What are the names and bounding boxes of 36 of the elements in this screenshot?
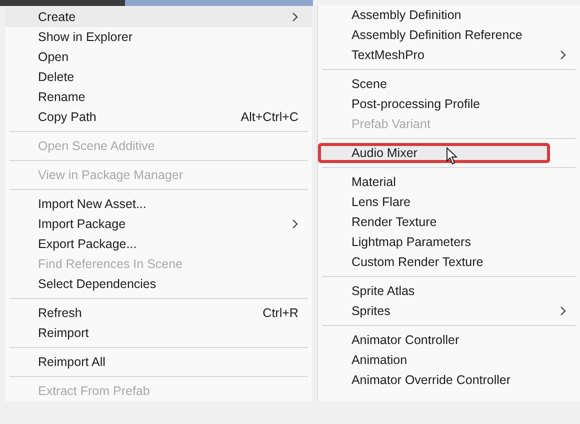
- menu-item[interactable]: Sprite Atlas: [318, 281, 580, 301]
- menu-item[interactable]: Reimport: [5, 323, 312, 343]
- menu-item[interactable]: Lens Flare: [318, 192, 580, 212]
- menu-item[interactable]: Select Dependencies: [5, 274, 312, 294]
- menu-item[interactable]: Show in Explorer: [5, 27, 312, 47]
- shortcut-text: Ctrl+R: [262, 306, 298, 320]
- menu-item[interactable]: Import Package: [5, 214, 312, 234]
- menu-item[interactable]: Create: [5, 7, 312, 27]
- shortcut-text: Alt+Ctrl+C: [240, 110, 298, 124]
- menu-item[interactable]: Reimport All: [5, 352, 312, 372]
- chevron-right-icon: [560, 50, 566, 60]
- menu-item[interactable]: Post-processing Profile: [318, 94, 580, 114]
- menu-item[interactable]: Open: [5, 47, 312, 67]
- menu-item[interactable]: Export Package...: [5, 234, 312, 254]
- menu-item[interactable]: Assembly Definition Reference: [318, 25, 580, 45]
- menu-item[interactable]: Animation: [318, 350, 580, 370]
- menu-item[interactable]: Scene: [318, 74, 580, 94]
- menu-item[interactable]: Lightmap Parameters: [318, 232, 580, 252]
- menu-item[interactable]: Custom Render Texture: [318, 252, 580, 272]
- menu-item[interactable]: Import New Asset...: [5, 194, 312, 214]
- menu-item[interactable]: Rename: [5, 87, 312, 107]
- menu-item[interactable]: Render Texture: [318, 212, 580, 232]
- menu-item[interactable]: Material: [318, 172, 580, 192]
- mouse-pointer-icon: [446, 147, 458, 165]
- menu-item[interactable]: Copy Path Alt+Ctrl+C: [5, 107, 312, 127]
- menu-item[interactable]: Delete: [5, 67, 312, 87]
- menu-item[interactable]: TextMeshPro: [318, 45, 580, 65]
- menu-item[interactable]: Audio Mixer: [318, 143, 550, 163]
- chevron-right-icon: [292, 12, 298, 22]
- menu-item[interactable]: Assembly Definition: [318, 5, 580, 25]
- menu-item[interactable]: Sprites: [318, 301, 580, 321]
- menu-item[interactable]: Animator Controller: [318, 330, 580, 350]
- menu-item[interactable]: Animator Override Controller: [318, 370, 580, 390]
- menu-item[interactable]: Refresh Ctrl+R: [5, 303, 312, 323]
- chevron-right-icon: [292, 219, 298, 229]
- chevron-right-icon: [560, 306, 566, 316]
